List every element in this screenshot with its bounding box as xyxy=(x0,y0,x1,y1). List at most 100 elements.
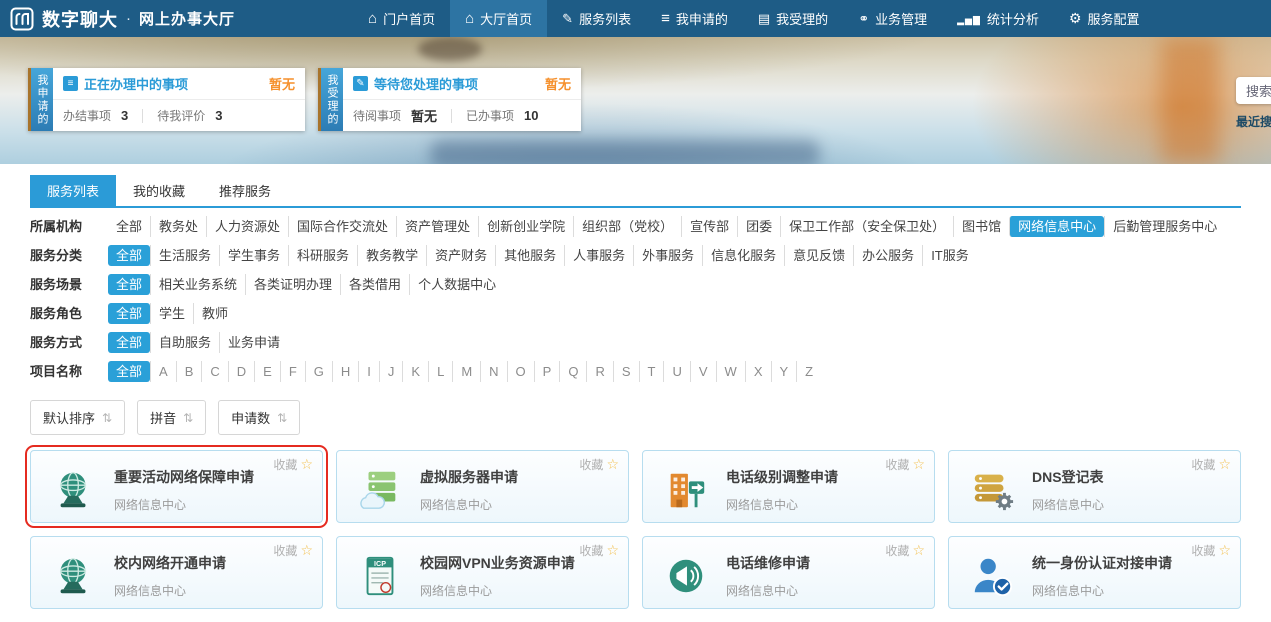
filter-option[interactable]: 保卫工作部（安全保卫处） xyxy=(780,216,953,237)
nav-item[interactable]: 统计分析 xyxy=(942,0,1054,37)
tab-service-list[interactable]: 服务列表 xyxy=(30,175,116,206)
filter-option[interactable]: 教师 xyxy=(193,303,236,324)
filter-option-selected[interactable]: 网络信息中心 xyxy=(1009,216,1104,237)
filter-option[interactable]: K xyxy=(402,361,428,382)
filter-option[interactable]: J xyxy=(379,361,403,382)
filter-option[interactable]: 其他服务 xyxy=(495,245,564,266)
nav-item[interactable]: 我受理的 xyxy=(743,0,843,37)
filter-option[interactable]: L xyxy=(428,361,452,382)
sort-apply-count-button[interactable]: 申请数 xyxy=(218,400,300,435)
favorite-button[interactable]: 收藏 xyxy=(885,542,925,559)
filter-option[interactable]: IT服务 xyxy=(922,245,977,266)
filter-option[interactable]: 资产管理处 xyxy=(396,216,478,237)
stat-unread-items[interactable]: 待阅事项 暂无 xyxy=(353,106,437,125)
filter-option[interactable]: R xyxy=(586,361,612,382)
filter-option[interactable]: 自助服务 xyxy=(150,332,219,353)
filter-option[interactable]: I xyxy=(358,361,379,382)
filter-option[interactable]: 创新创业学院 xyxy=(478,216,573,237)
filter-option[interactable]: Z xyxy=(796,361,821,382)
filter-option[interactable]: 学生 xyxy=(150,303,193,324)
service-card[interactable]: 收藏 校园网VPN业务资源申请 网络信息中心 xyxy=(336,536,629,609)
filter-option[interactable]: 团委 xyxy=(737,216,780,237)
filter-option[interactable]: 人力资源处 xyxy=(206,216,288,237)
nav-item[interactable]: 门户首页 xyxy=(353,0,450,37)
favorite-button[interactable]: 收藏 xyxy=(579,542,619,559)
nav-item[interactable]: 业务管理 xyxy=(843,0,942,37)
filter-option[interactable]: O xyxy=(507,361,534,382)
in-progress-items-row[interactable]: 正在办理中的事项 暂无 xyxy=(53,68,305,99)
sort-pinyin-button[interactable]: 拼音 xyxy=(137,400,206,435)
favorite-button[interactable]: 收藏 xyxy=(273,456,313,473)
filter-option[interactable]: X xyxy=(745,361,771,382)
stat-handled-items[interactable]: 已办事项 10 xyxy=(466,107,538,124)
filter-option[interactable]: 国际合作交流处 xyxy=(288,216,396,237)
favorite-button[interactable]: 收藏 xyxy=(273,542,313,559)
nav-item[interactable]: 我申请的 xyxy=(646,0,743,37)
tab-my-favorites[interactable]: 我的收藏 xyxy=(116,175,202,206)
stat-finished-items[interactable]: 办结事项 3 xyxy=(63,107,128,124)
service-card[interactable]: 收藏 DNS登记表 网络信息中心 xyxy=(948,450,1241,523)
sort-default-button[interactable]: 默认排序 xyxy=(30,400,125,435)
filter-option[interactable]: F xyxy=(280,361,305,382)
stat-awaiting-my-review[interactable]: 待我评价 3 xyxy=(157,107,222,124)
filter-option-selected[interactable]: 全部 xyxy=(108,245,150,266)
filter-option[interactable]: 各类借用 xyxy=(340,274,409,295)
filter-option[interactable]: A xyxy=(150,361,176,382)
filter-option[interactable]: 学生事务 xyxy=(219,245,288,266)
favorite-button[interactable]: 收藏 xyxy=(1191,542,1231,559)
brand[interactable]: 数字聊大 · 网上办事大厅 xyxy=(0,6,235,32)
filter-option[interactable]: B xyxy=(176,361,202,382)
service-card[interactable]: 收藏 电话级别调整申请 网络信息中心 xyxy=(642,450,935,523)
filter-option[interactable]: T xyxy=(639,361,664,382)
filter-option[interactable]: 科研服务 xyxy=(288,245,357,266)
filter-option[interactable]: 意见反馈 xyxy=(784,245,853,266)
filter-option[interactable]: C xyxy=(201,361,227,382)
filter-option[interactable]: 宣传部 xyxy=(681,216,737,237)
filter-option[interactable]: P xyxy=(534,361,560,382)
my-applications-tab[interactable]: 我申请的 xyxy=(28,68,53,131)
service-card[interactable]: 收藏 虚拟服务器申请 网络信息中心 xyxy=(336,450,629,523)
filter-option[interactable]: H xyxy=(332,361,358,382)
filter-option[interactable]: 组织部（党校） xyxy=(573,216,681,237)
search-input[interactable]: 搜索 xyxy=(1236,77,1271,104)
tab-recommended[interactable]: 推荐服务 xyxy=(202,175,288,206)
filter-option[interactable]: V xyxy=(690,361,716,382)
filter-option[interactable]: 图书馆 xyxy=(953,216,1009,237)
favorite-button[interactable]: 收藏 xyxy=(885,456,925,473)
nav-item[interactable]: 服务配置 xyxy=(1054,0,1155,37)
filter-option[interactable]: D xyxy=(228,361,254,382)
filter-option[interactable]: 信息化服务 xyxy=(702,245,784,266)
filter-option[interactable]: S xyxy=(613,361,639,382)
filter-option[interactable]: 办公服务 xyxy=(853,245,922,266)
filter-option[interactable]: 后勤管理服务中心 xyxy=(1104,216,1225,237)
service-card[interactable]: 收藏 校内网络开通申请 网络信息中心 xyxy=(30,536,323,609)
service-card[interactable]: 收藏 重要活动网络保障申请 网络信息中心 xyxy=(30,450,323,523)
filter-option[interactable]: Q xyxy=(559,361,586,382)
filter-option-selected[interactable]: 全部 xyxy=(108,274,150,295)
filter-option[interactable]: Y xyxy=(771,361,797,382)
filter-option[interactable]: U xyxy=(663,361,689,382)
filter-option-selected[interactable]: 全部 xyxy=(108,303,150,324)
filter-option[interactable]: N xyxy=(480,361,506,382)
filter-option[interactable]: 相关业务系统 xyxy=(150,274,245,295)
filter-option-selected[interactable]: 全部 xyxy=(108,332,150,353)
service-card[interactable]: 收藏 电话维修申请 网络信息中心 xyxy=(642,536,935,609)
filter-option[interactable]: 生活服务 xyxy=(150,245,219,266)
filter-option-selected[interactable]: 全部 xyxy=(108,361,150,382)
filter-option[interactable]: 业务申请 xyxy=(219,332,288,353)
favorite-button[interactable]: 收藏 xyxy=(579,456,619,473)
my-accepted-tab[interactable]: 我受理的 xyxy=(318,68,343,131)
filter-option[interactable]: 全部 xyxy=(108,216,150,237)
nav-item[interactable]: 服务列表 xyxy=(547,0,646,37)
service-card[interactable]: 收藏 统一身份认证对接申请 网络信息中心 xyxy=(948,536,1241,609)
filter-option[interactable]: 教务处 xyxy=(150,216,206,237)
filter-option[interactable]: 各类证明办理 xyxy=(245,274,340,295)
filter-option[interactable]: 人事服务 xyxy=(564,245,633,266)
filter-option[interactable]: G xyxy=(305,361,332,382)
filter-option[interactable]: E xyxy=(254,361,280,382)
filter-option[interactable]: 个人数据中心 xyxy=(409,274,504,295)
filter-option[interactable]: M xyxy=(452,361,480,382)
filter-option[interactable]: 资产财务 xyxy=(426,245,495,266)
nav-item[interactable]: 大厅首页 xyxy=(450,0,547,37)
filter-option[interactable]: 教务教学 xyxy=(357,245,426,266)
